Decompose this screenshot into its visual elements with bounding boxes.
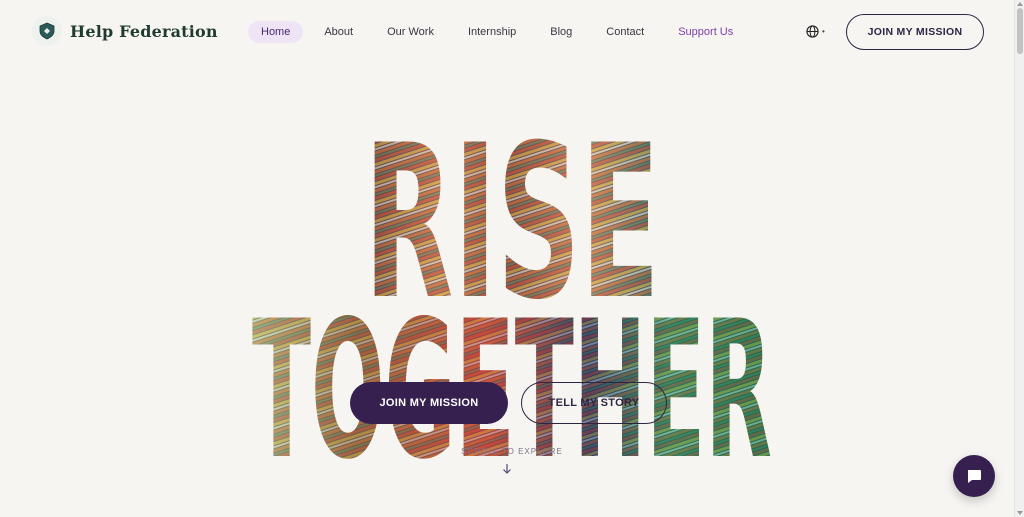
- scrollbar-thumb[interactable]: [1017, 8, 1023, 54]
- svg-text:TOGETHER: TOGETHER: [252, 280, 772, 460]
- site-header: Help Federation Home About Our Work Inte…: [0, 0, 1014, 64]
- join-mission-header-button[interactable]: JOIN MY MISSION: [846, 14, 984, 50]
- nav-item-blog[interactable]: Blog: [537, 21, 585, 43]
- scroll-up-icon[interactable]: [1017, 2, 1023, 6]
- arrow-down-icon[interactable]: [500, 462, 514, 476]
- nav-item-internship[interactable]: Internship: [455, 21, 529, 43]
- nav-item-home[interactable]: Home: [248, 21, 304, 43]
- nav-item-contact[interactable]: Contact: [593, 21, 657, 43]
- main-nav: Home About Our Work Internship Blog Cont…: [248, 21, 754, 43]
- brand-logo[interactable]: Help Federation: [32, 16, 218, 46]
- nav-item-our-work[interactable]: Our Work: [374, 21, 447, 43]
- join-mission-button[interactable]: JOIN MY MISSION: [350, 382, 508, 424]
- hero-headline: RISE RISE TOGETHER TOGETHER: [250, 86, 774, 460]
- dropdown-indicator-icon: •: [822, 27, 825, 36]
- chat-button[interactable]: [953, 455, 995, 497]
- language-selector[interactable]: •: [806, 25, 825, 38]
- nav-item-support-us[interactable]: Support Us: [665, 21, 746, 43]
- brand-name: Help Federation: [70, 21, 218, 41]
- scroll-down-icon[interactable]: [1017, 511, 1023, 515]
- nav-item-about[interactable]: About: [311, 21, 366, 43]
- logo-emblem-icon: [32, 16, 62, 46]
- tell-my-story-button[interactable]: TELL MY STORY: [521, 382, 667, 424]
- page-scrollbar[interactable]: [1014, 0, 1024, 517]
- scroll-hint: SCROLL TO EXPLORE: [461, 447, 563, 456]
- globe-icon: [806, 25, 819, 38]
- chat-bubble-icon: [968, 470, 981, 483]
